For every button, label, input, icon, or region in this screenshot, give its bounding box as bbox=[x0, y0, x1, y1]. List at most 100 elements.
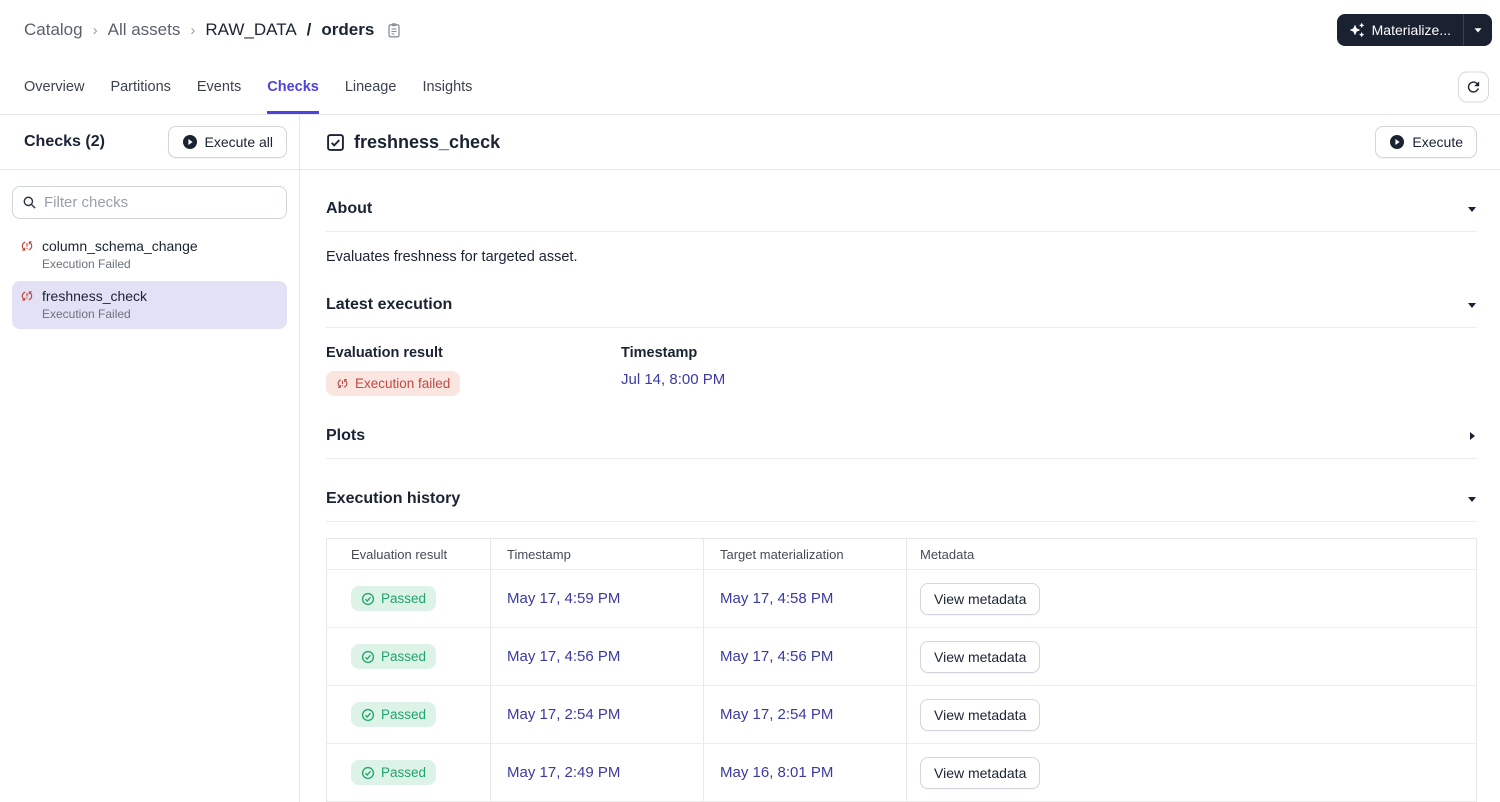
table-row: Passed May 17, 2:54 PM May 17, 2:54 PM V… bbox=[327, 685, 1476, 743]
check-detail-header: freshness_check Execute bbox=[300, 115, 1500, 170]
passed-badge-label: Passed bbox=[381, 707, 427, 722]
view-metadata-button[interactable]: View metadata bbox=[920, 698, 1041, 731]
check-circle-icon bbox=[361, 766, 375, 780]
tab-overview[interactable]: Overview bbox=[24, 60, 84, 114]
top-bar: Catalog › All assets › RAW_DATA / orders… bbox=[0, 0, 1500, 60]
passed-badge-label: Passed bbox=[381, 649, 427, 664]
target-materialization-link[interactable]: May 17, 2:54 PM bbox=[720, 706, 833, 723]
target-materialization-link[interactable]: May 17, 4:56 PM bbox=[720, 648, 833, 665]
breadcrumb-separator: › bbox=[190, 21, 196, 39]
check-status: Execution Failed bbox=[42, 307, 131, 321]
check-status: Execution Failed bbox=[42, 257, 131, 271]
check-detail-panel: freshness_check Execute About Evaluates … bbox=[300, 115, 1500, 802]
view-metadata-label: View metadata bbox=[934, 590, 1027, 607]
chevron-right-icon[interactable] bbox=[1467, 431, 1477, 441]
refresh-icon bbox=[1465, 79, 1482, 96]
column-header-metadata: Metadata bbox=[920, 546, 975, 562]
sidebar-header: Checks (2) Execute all bbox=[0, 115, 299, 170]
play-circle-icon bbox=[182, 134, 198, 150]
passed-badge: Passed bbox=[351, 644, 437, 669]
about-description: Evaluates freshness for targeted asset. bbox=[326, 249, 578, 265]
divider bbox=[326, 327, 1477, 328]
check-name: column_schema_change bbox=[42, 238, 198, 254]
check-title: freshness_check bbox=[354, 131, 501, 152]
latest-execution-section-header[interactable]: Latest execution bbox=[326, 296, 1477, 314]
passed-badge: Passed bbox=[351, 702, 437, 727]
passed-badge-label: Passed bbox=[381, 591, 427, 606]
execution-failed-badge-label: Execution failed bbox=[355, 376, 451, 391]
tab-insights[interactable]: Insights bbox=[422, 60, 472, 114]
passed-badge-label: Passed bbox=[381, 765, 427, 780]
about-title: About bbox=[326, 200, 373, 217]
divider bbox=[326, 521, 1477, 522]
view-metadata-button[interactable]: View metadata bbox=[920, 582, 1041, 615]
latest-execution-title: Latest execution bbox=[326, 296, 453, 313]
tab-events[interactable]: Events bbox=[197, 60, 241, 114]
latest-execution-details: Evaluation result Execution failed Times… bbox=[326, 345, 1477, 396]
execution-history-section-header[interactable]: Execution history bbox=[326, 490, 1477, 508]
breadcrumb-asset-name: orders bbox=[321, 20, 375, 39]
materialize-button[interactable]: Materialize... bbox=[1337, 14, 1463, 46]
view-metadata-button[interactable]: View metadata bbox=[920, 640, 1041, 673]
check-list-item-column-schema-change[interactable]: column_schema_change Execution Failed bbox=[12, 231, 287, 279]
execute-label: Execute bbox=[1412, 134, 1463, 150]
view-metadata-label: View metadata bbox=[934, 764, 1027, 781]
execution-history-table: Evaluation result Timestamp Target mater… bbox=[326, 538, 1477, 802]
timestamp-link[interactable]: May 17, 2:49 PM bbox=[507, 764, 620, 781]
tab-checks[interactable]: Checks bbox=[267, 60, 319, 114]
column-header-evaluation-result: Evaluation result bbox=[327, 539, 491, 569]
latest-execution-timestamp-link[interactable]: Jul 14, 8:00 PM bbox=[621, 371, 725, 388]
table-row: Passed May 17, 4:59 PM May 17, 4:58 PM V… bbox=[327, 569, 1476, 627]
passed-badge: Passed bbox=[351, 760, 437, 785]
refresh-button[interactable] bbox=[1458, 71, 1489, 103]
view-metadata-button[interactable]: View metadata bbox=[920, 756, 1041, 789]
checks-sidebar: Checks (2) Execute all Filter checks col… bbox=[0, 115, 300, 802]
plots-title: Plots bbox=[326, 427, 366, 444]
execute-button[interactable]: Execute bbox=[1375, 126, 1477, 158]
chevron-down-icon[interactable] bbox=[1467, 204, 1477, 214]
execution-failed-icon bbox=[20, 239, 34, 253]
check-circle-icon bbox=[361, 592, 375, 606]
table-row: Passed May 17, 2:49 PM May 16, 8:01 PM V… bbox=[327, 743, 1476, 801]
view-metadata-label: View metadata bbox=[934, 706, 1027, 723]
passed-badge: Passed bbox=[351, 586, 437, 611]
timestamp-link[interactable]: May 17, 4:56 PM bbox=[507, 648, 620, 665]
check-name: freshness_check bbox=[42, 288, 148, 304]
tab-partitions[interactable]: Partitions bbox=[110, 60, 170, 114]
execute-all-button[interactable]: Execute all bbox=[167, 126, 287, 158]
execution-failed-badge: Execution failed bbox=[326, 371, 461, 396]
plots-section-header[interactable]: Plots bbox=[326, 427, 1477, 445]
breadcrumb-slash: / bbox=[306, 20, 312, 39]
about-section-header[interactable]: About bbox=[326, 200, 1477, 218]
check-detail-content: About Evaluates freshness for targeted a… bbox=[300, 170, 1500, 802]
execute-all-label: Execute all bbox=[204, 134, 273, 150]
chevron-down-icon[interactable] bbox=[1467, 494, 1477, 504]
copy-icon[interactable] bbox=[386, 22, 402, 38]
evaluation-result-label: Evaluation result bbox=[326, 345, 443, 361]
timestamp-label: Timestamp bbox=[621, 345, 698, 361]
checks-count-title: Checks (2) bbox=[24, 133, 105, 150]
column-header-timestamp: Timestamp bbox=[491, 539, 704, 569]
column-header-target-materialization: Target materialization bbox=[704, 539, 907, 569]
materialize-dropdown-button[interactable] bbox=[1464, 14, 1492, 46]
breadcrumb-separator: › bbox=[92, 21, 98, 39]
filter-checks-box bbox=[12, 186, 287, 219]
caret-down-icon bbox=[1473, 25, 1483, 35]
check-list-item-freshness-check[interactable]: freshness_check Execution Failed bbox=[12, 281, 287, 329]
tab-lineage[interactable]: Lineage bbox=[345, 60, 397, 114]
table-row: Passed May 17, 4:56 PM May 17, 4:56 PM V… bbox=[327, 627, 1476, 685]
breadcrumb-all-assets[interactable]: All assets bbox=[108, 20, 181, 40]
timestamp-link[interactable]: May 17, 2:54 PM bbox=[507, 706, 620, 723]
breadcrumb-catalog[interactable]: Catalog bbox=[24, 20, 83, 40]
target-materialization-link[interactable]: May 17, 4:58 PM bbox=[720, 590, 833, 607]
target-materialization-link[interactable]: May 16, 8:01 PM bbox=[720, 764, 833, 781]
chevron-down-icon[interactable] bbox=[1467, 300, 1477, 310]
view-metadata-label: View metadata bbox=[934, 648, 1027, 665]
divider bbox=[326, 458, 1477, 459]
timestamp-link[interactable]: May 17, 4:59 PM bbox=[507, 590, 620, 607]
breadcrumb-asset-group[interactable]: RAW_DATA bbox=[205, 20, 296, 40]
check-box-icon bbox=[326, 133, 345, 152]
filter-checks-input[interactable] bbox=[44, 194, 277, 211]
execution-history-title: Execution history bbox=[326, 490, 461, 507]
check-circle-icon bbox=[361, 650, 375, 664]
